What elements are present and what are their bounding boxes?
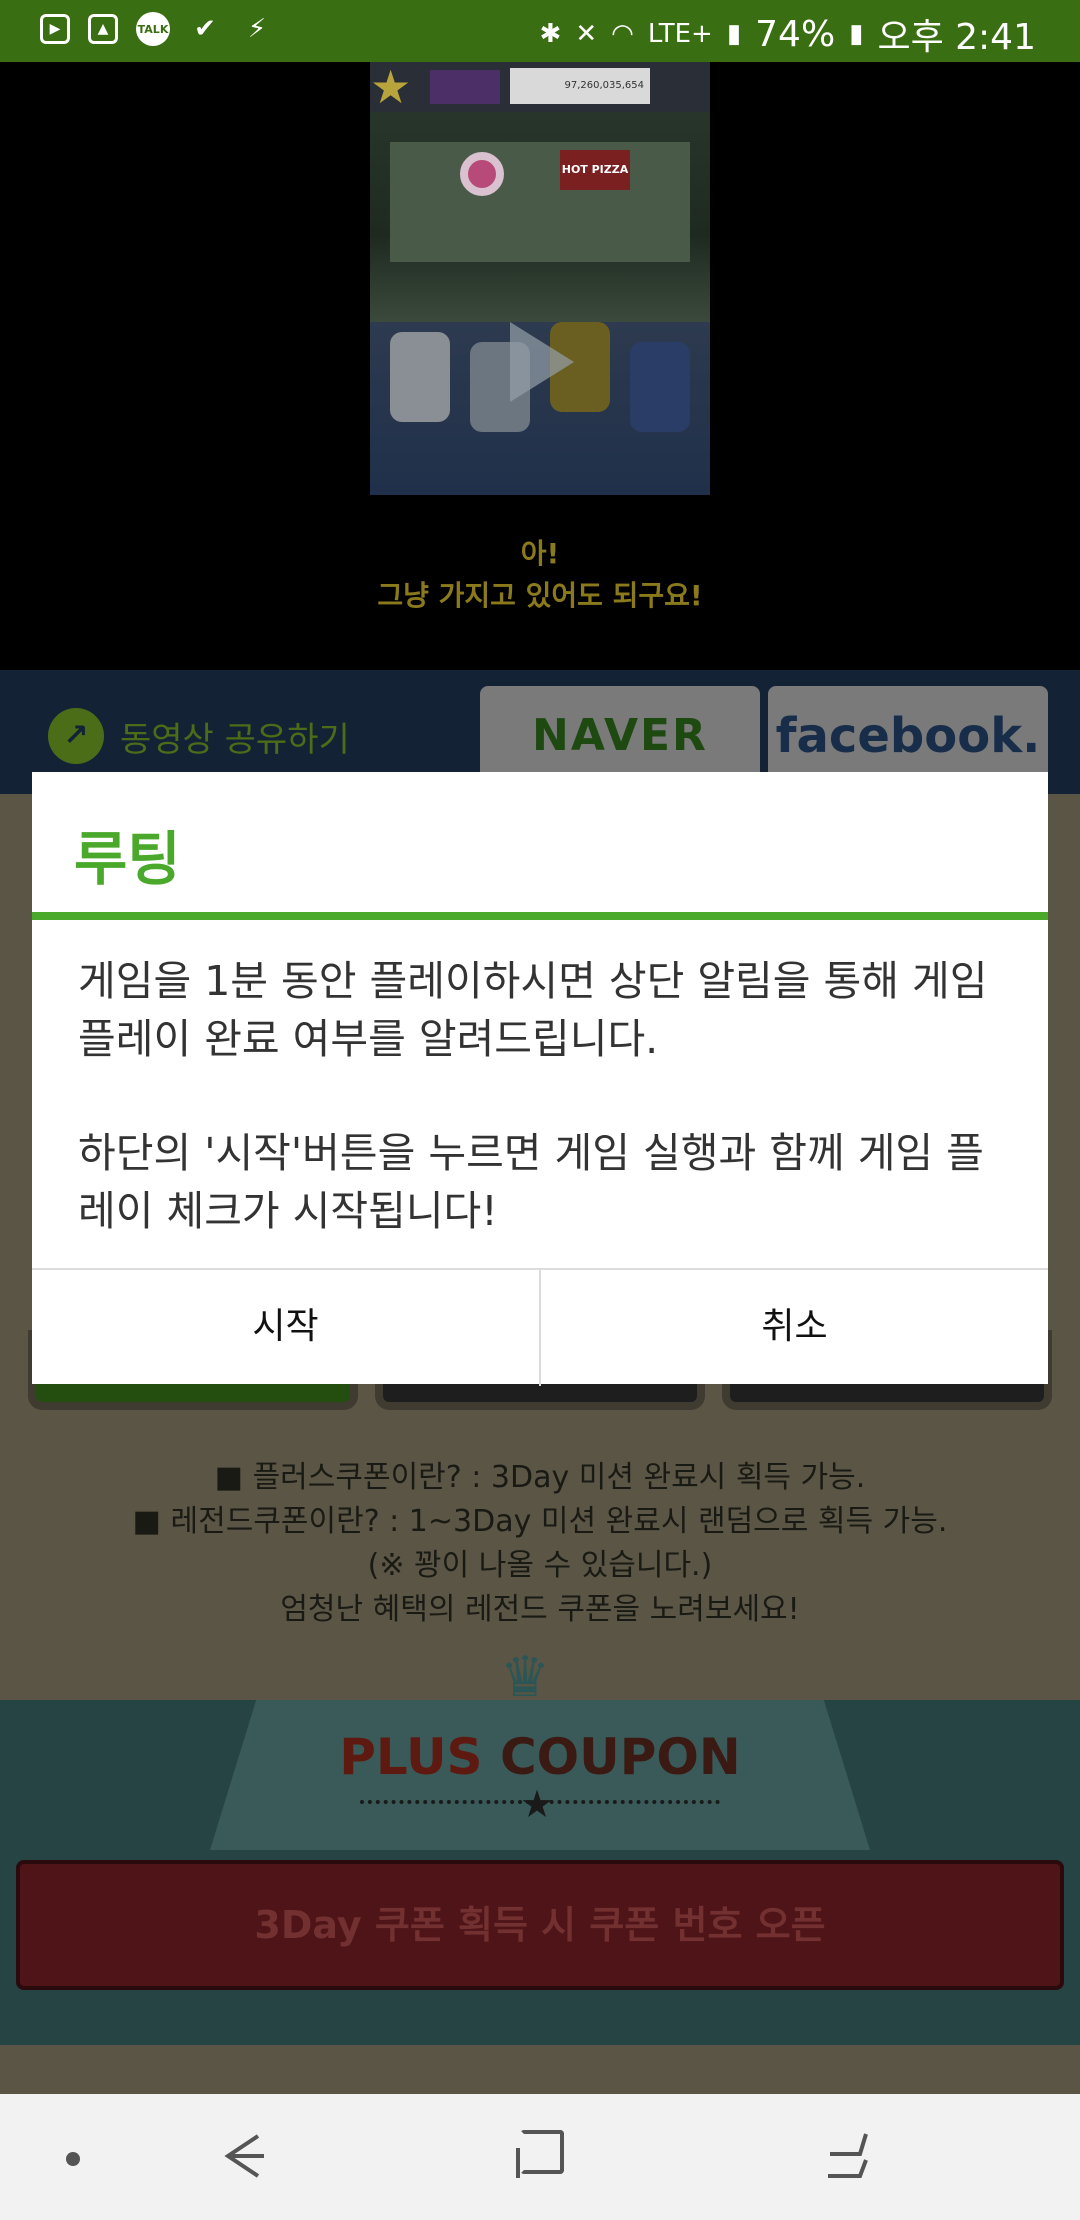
clock: 오후 2:41 [877, 17, 1036, 58]
cancel-button[interactable]: 취소 [541, 1270, 1048, 1386]
donut-icon [460, 152, 504, 196]
dialog-message: 게임을 1분 동안 플레이하시면 상단 알림을 통해 게임 플레이 완료 여부를… [78, 952, 1018, 1240]
star-icon: ★ [520, 1782, 555, 1826]
info-note: (※ 꽝이 나올 수 있습니다.) [367, 1548, 713, 1583]
rooting-dialog: 루팅 게임을 1분 동안 플레이하시면 상단 알림을 통해 게임 플레이 완료 … [32, 772, 1048, 1386]
kakaotalk-icon: TALK [136, 12, 170, 46]
recent-apps-icon[interactable] [820, 2124, 884, 2188]
pizza-sign: HOT PIZZA [560, 150, 630, 190]
start-button[interactable]: 시작 [32, 1270, 541, 1386]
dialog-divider [32, 912, 1048, 920]
back-icon[interactable] [214, 2126, 274, 2186]
navigation-bar [0, 2094, 1080, 2220]
plus-coupon-title: PLUS COUPON [0, 1728, 1080, 1786]
notification-icons: ▶ ▲ TALK ✔ ⚡ [40, 12, 274, 46]
video-area: ★ 97,260,035,654 HOT PIZZA 아! 그냥 가지고 있어도… [0, 62, 1080, 670]
dialog-actions: 시작 취소 [32, 1268, 1048, 1386]
battery-percent: 74% [755, 13, 836, 55]
car-icon [630, 342, 690, 432]
signal-icon: ▮ [726, 19, 742, 49]
play-icon: ▶ [40, 14, 70, 44]
game-store-scene [390, 142, 690, 262]
check-icon: ✔ [194, 14, 216, 44]
info-promo: 엄청난 혜택의 레전드 쿠폰을 노려보세요! [280, 1592, 800, 1627]
play-button-icon[interactable] [510, 322, 574, 402]
gallery-icon: ▲ [88, 14, 118, 44]
dialog-message-paragraph-1: 게임을 1분 동안 플레이하시면 상단 알림을 통해 게임 플레이 완료 여부를… [78, 957, 988, 1063]
coupon-word: COUPON [482, 1728, 741, 1786]
mute-icon: ✕ [575, 19, 598, 49]
crown-icon: ♛ [500, 1645, 551, 1710]
info-plus-coupon: ■ 플러스쿠폰이란? : 3Day 미션 완료시 획득 가능. [214, 1460, 866, 1495]
system-indicators: ✱ ✕ ◠ LTE+ ▮ 74% ▮ 오후 2:41 [540, 8, 1036, 60]
dialog-title: 루팅 [74, 825, 181, 893]
star-icon: ★ [370, 62, 412, 114]
battery-icon: ▮ [849, 19, 864, 49]
nav-dot-icon[interactable] [66, 2152, 80, 2166]
wifi-icon: ◠ [611, 19, 634, 49]
dialog-message-paragraph-2: 하단의 '시작'버튼을 누르면 게임 실행과 함께 게임 플레이 체크가 시작됩… [78, 1129, 984, 1235]
bluetooth-icon: ✱ [539, 19, 562, 49]
share-icon: ↗ [48, 708, 104, 764]
status-bar: ▶ ▲ TALK ✔ ⚡ ✱ ✕ ◠ LTE+ ▮ 74% ▮ 오후 2:41 [0, 0, 1080, 62]
network-type: LTE+ [647, 19, 713, 49]
coupon-open-button[interactable]: 3Day 쿠폰 획득 시 쿠폰 번호 오픈 [16, 1860, 1064, 1990]
car-icon [390, 332, 450, 422]
share-label: 동영상 공유하기 [120, 720, 350, 760]
video-caption-line2: 그냥 가지고 있어도 되구요! [377, 579, 703, 612]
game-video-thumbnail[interactable]: ★ 97,260,035,654 HOT PIZZA [370, 62, 710, 495]
info-legend-coupon: ■ 레전드쿠폰이란? : 1~3Day 미션 완료시 랜덤으로 획득 가능. [132, 1504, 948, 1539]
home-icon[interactable] [516, 2130, 564, 2178]
video-caption-line1: 아! [520, 537, 560, 570]
charging-icon: ⚡ [247, 14, 267, 44]
hud-badge [430, 70, 500, 104]
hud-money: 97,260,035,654 [510, 68, 650, 104]
plus-word: PLUS [339, 1728, 483, 1786]
